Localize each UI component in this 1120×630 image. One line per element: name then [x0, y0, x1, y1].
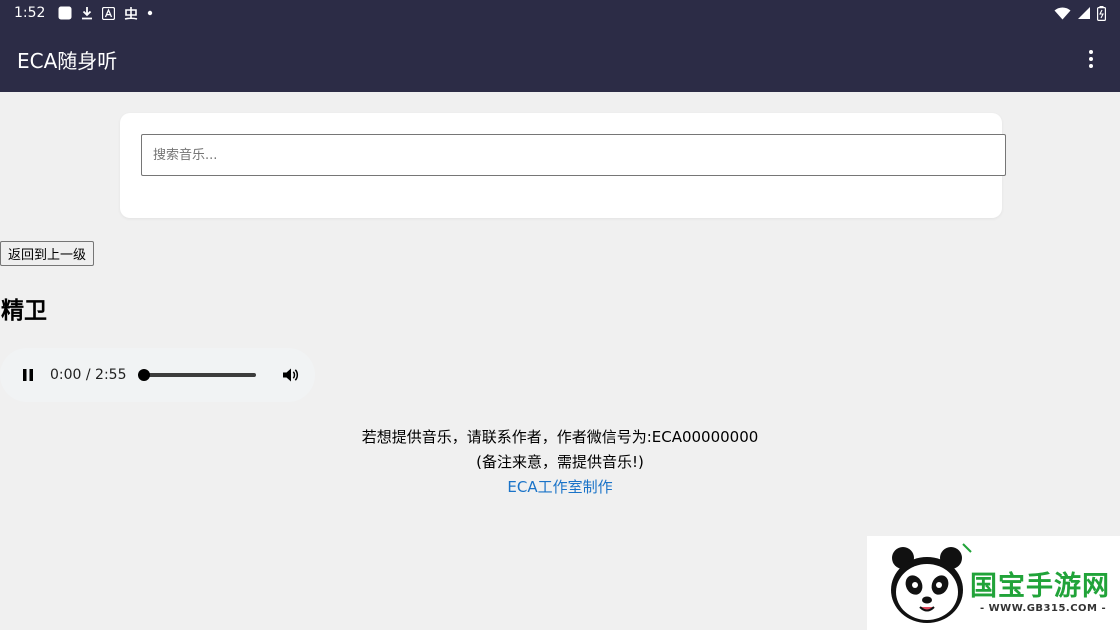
time-display: 0:00 / 2:55 [50, 367, 127, 383]
dot-icon [147, 10, 153, 16]
app-bar: ECA随身听 [0, 26, 1120, 92]
progress-slider[interactable] [137, 369, 256, 381]
back-button[interactable]: 返回到上一级 [0, 241, 95, 266]
app-a-icon [102, 6, 116, 20]
note-text: (备注来意，需提供音乐!) [476, 453, 644, 471]
search-input[interactable] [141, 134, 1006, 176]
watermark-url: - WWW.GB315.COM - [980, 603, 1107, 614]
status-time: 1:52 [14, 5, 46, 21]
battery-icon [1097, 5, 1106, 21]
bug-icon [124, 6, 138, 20]
audio-player: 0:00 / 2:55 [0, 348, 315, 402]
app-title: ECA随身听 [17, 48, 118, 73]
status-right [1054, 5, 1106, 21]
status-left: 1:52 [14, 5, 153, 21]
notification-square-icon [58, 6, 72, 20]
wifi-icon [1054, 7, 1071, 20]
footer-info: 若想提供音乐，请联系作者，作者微信号为:ECA00000000 (备注来意，需提… [0, 425, 1120, 500]
song-title: 精卫 [1, 298, 47, 324]
panda-logo-icon [891, 543, 972, 623]
contact-text: 若想提供音乐，请联系作者，作者微信号为:ECA00000000 [361, 428, 759, 446]
watermark: 国宝手游网 - WWW.GB315.COM - [867, 536, 1120, 630]
search-card [120, 113, 1006, 218]
pause-icon[interactable] [20, 367, 36, 383]
overflow-menu-icon[interactable] [1079, 39, 1103, 79]
progress-thumb[interactable] [137, 369, 150, 381]
watermark-brand: 国宝手游网 [970, 571, 1110, 602]
volume-icon[interactable] [280, 365, 300, 385]
credit-link[interactable]: ECA工作室制作 [507, 478, 612, 496]
download-icon [81, 6, 93, 20]
status-bar: 1:52 [0, 0, 1120, 26]
signal-icon [1077, 6, 1091, 20]
